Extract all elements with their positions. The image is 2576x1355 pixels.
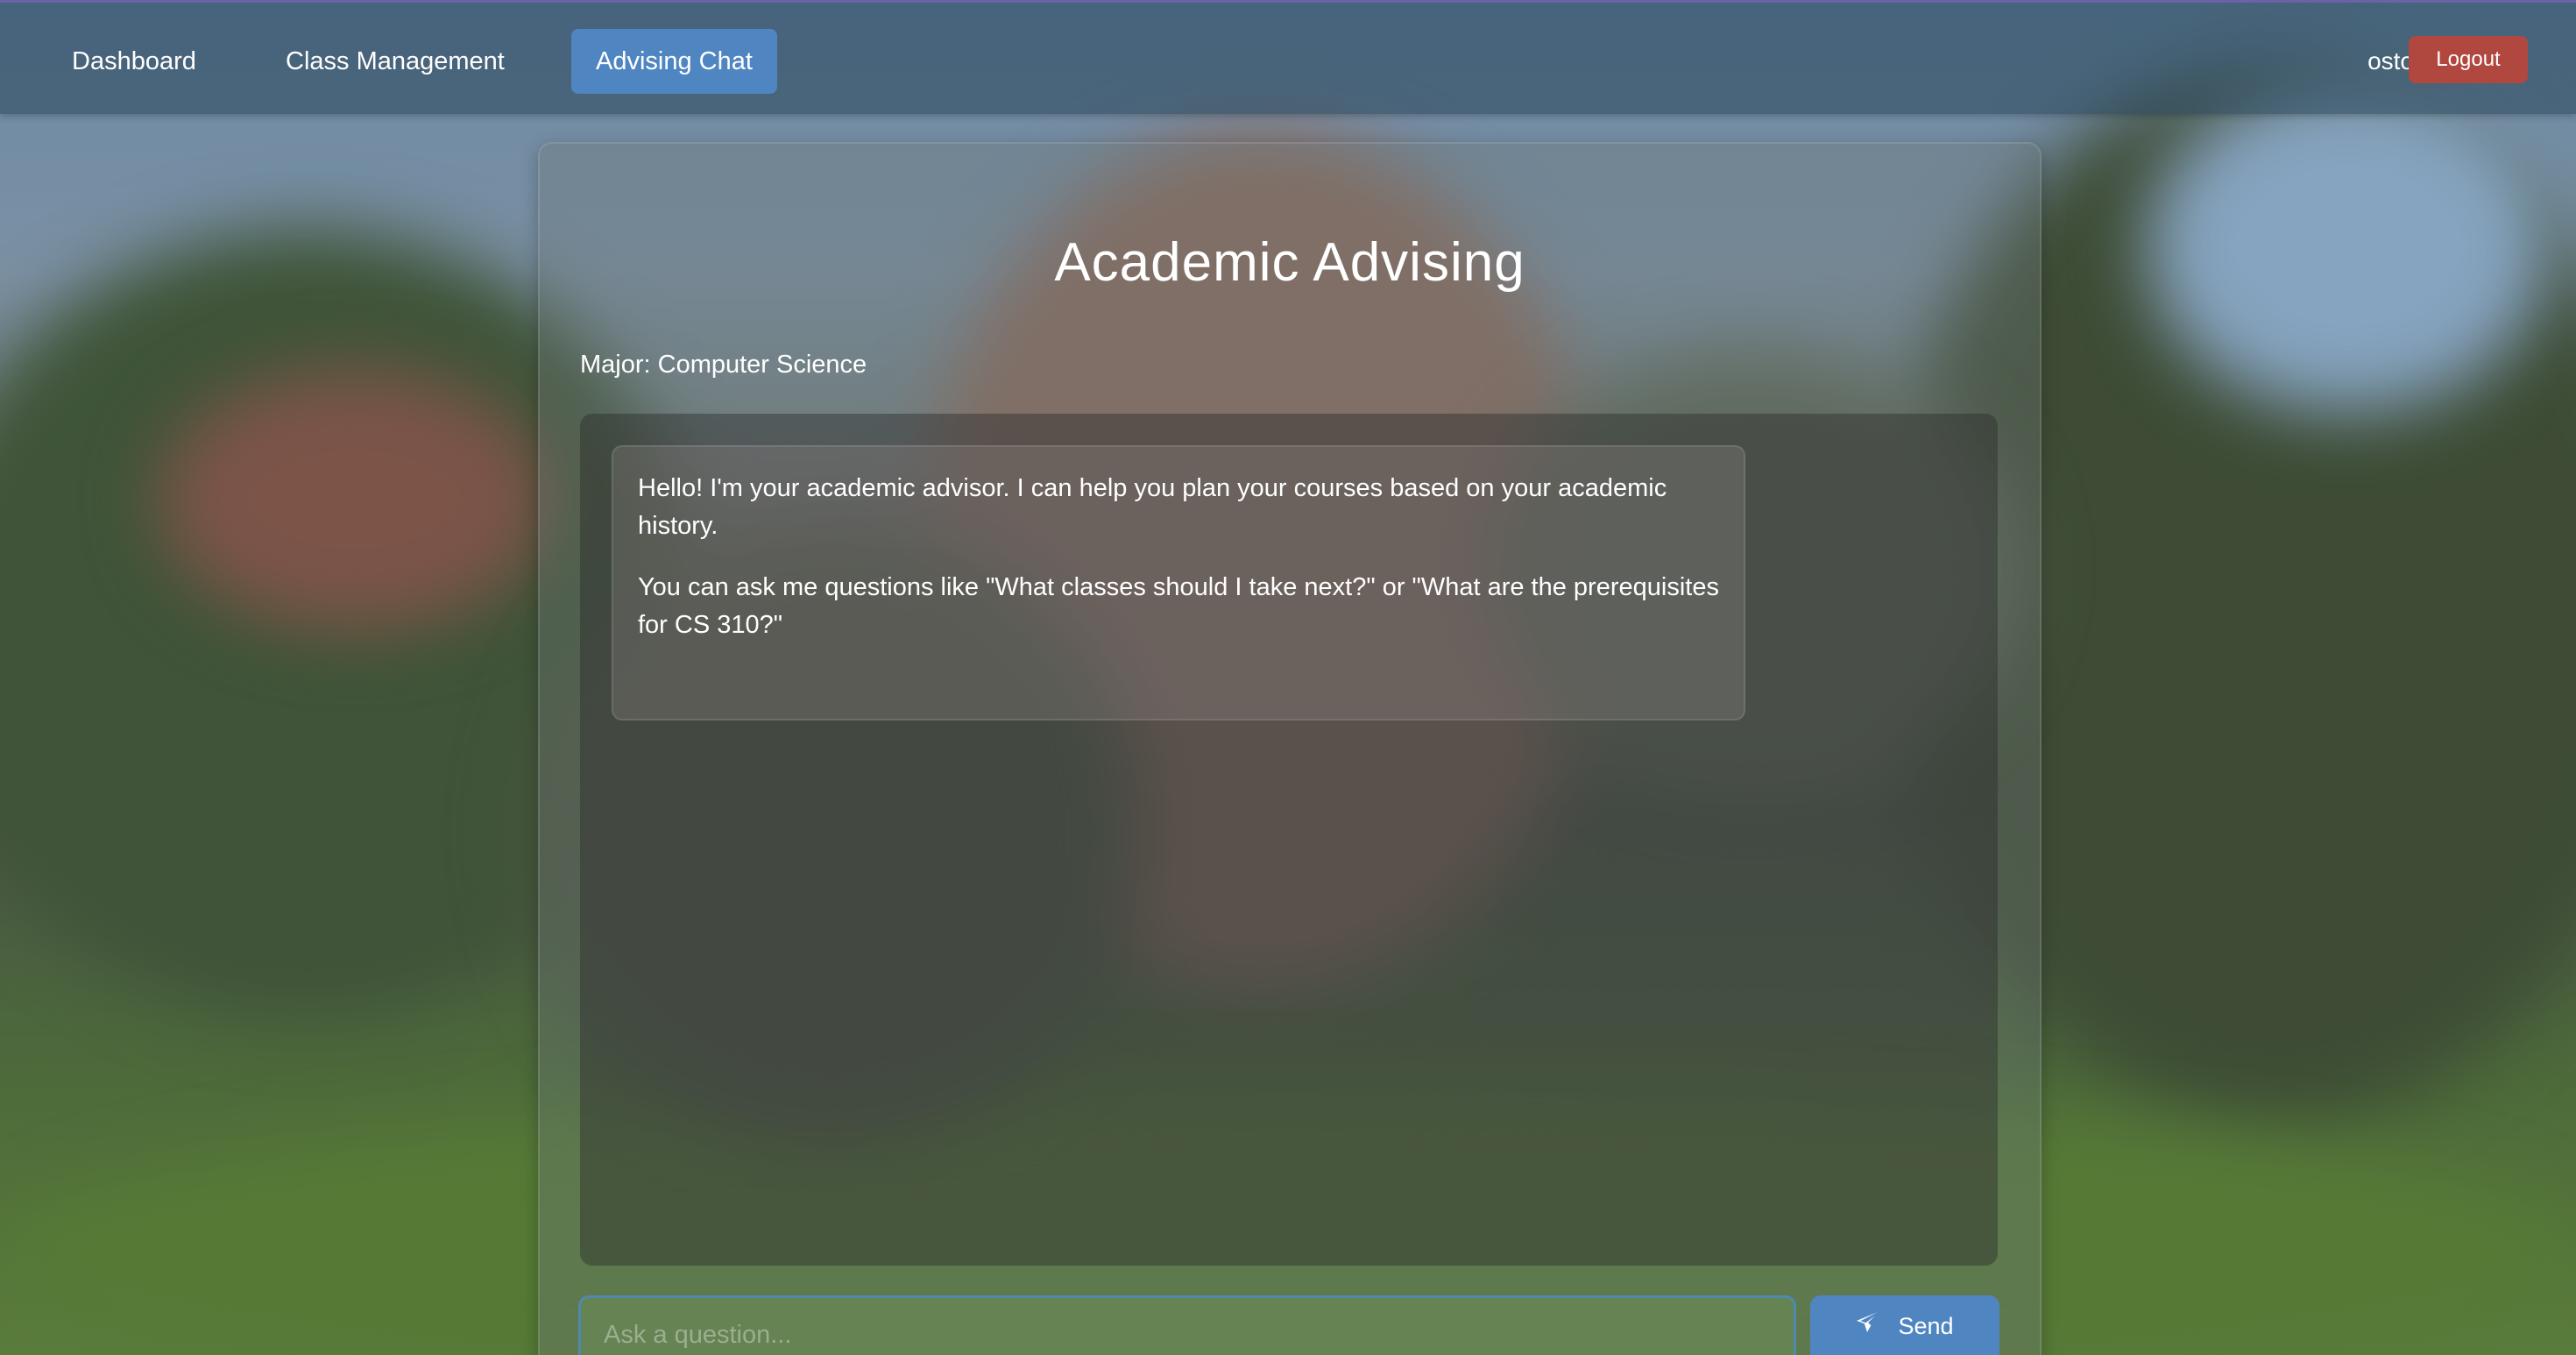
paper-plane-icon [1856,1295,1879,1355]
message-paragraph: Hello! I'm your academic advisor. I can … [638,474,1667,540]
advising-card: Academic Advising Major: Computer Scienc… [538,142,2042,1355]
username-label: osto [2367,47,2414,74]
chat-messages-area[interactable]: Hello! I'm your academic advisor. I can … [580,414,1998,1266]
send-button-label: Send [1898,1313,1954,1339]
send-button[interactable]: Send [1810,1295,1999,1355]
nav-advising-chat[interactable]: Advising Chat [571,29,777,94]
message-paragraph: You can ask me questions like "What clas… [638,573,1719,639]
top-navbar: Dashboard Class Management Advising Chat… [0,0,2576,114]
nav-dashboard[interactable]: Dashboard [47,29,221,94]
question-input[interactable] [578,1295,1796,1355]
major-label: Major: Computer Science [580,351,867,379]
advisor-message: Hello! I'm your academic advisor. I can … [612,445,1745,720]
nav-class-management[interactable]: Class Management [261,29,529,94]
page-title: Academic Advising [1054,232,1525,293]
logout-button[interactable]: Logout [2409,36,2528,83]
